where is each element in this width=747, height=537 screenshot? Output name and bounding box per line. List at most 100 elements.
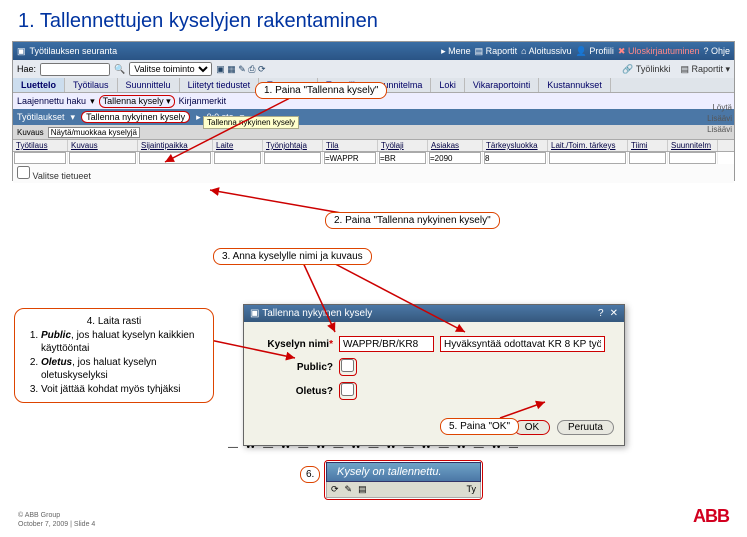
top-link-raportit[interactable]: ▤ Raportit [475,46,518,57]
menu-raportit[interactable]: ▤ Raportit ▾ [680,64,730,75]
app-title: Työtilauksen seuranta [26,46,442,56]
col-laite[interactable]: Laite [213,140,263,151]
f-laite[interactable] [214,152,261,164]
tab-tyotilaus[interactable]: Työtilaus [65,78,118,92]
toast-btn[interactable]: Ty [466,484,476,495]
f-tila[interactable] [324,152,376,164]
dialog-close-icon[interactable]: ✕ [610,308,618,319]
kuvaus-lbl: Kuvaus [17,128,44,137]
footer: © ABB Group October 7, 2009 | Slide 4 [18,512,95,529]
menu-tyolinkki[interactable]: 🔗 Työlinkki [622,64,670,75]
nayta-link[interactable]: Näytä/muokkaa kyselyjä [48,127,140,138]
f-tyotilaus[interactable] [14,152,66,164]
name-label: Kyselyn nimi* [258,339,333,350]
dialog-title: Tallenna nykyinen kysely [262,308,372,319]
valitse-label: Valitse tietueet [33,171,91,181]
f-tyolaji[interactable] [379,152,426,164]
top-link-profiili[interactable]: 👤 Profiili [576,46,614,57]
tab-vika[interactable]: Vikaraportointi [465,78,539,92]
tallenna-kysely-link[interactable]: Tallenna kysely ▾ [99,95,175,108]
footer-l2: October 7, 2009 | Slide 4 [18,521,95,529]
dialog-icon: ▣ [250,308,259,319]
toolbar-row: Työtilaukset ▾ Tallenna nykyinen kysely … [13,109,734,125]
col-sij[interactable]: Sijaintipaikka [138,140,213,151]
top-link-aloitus[interactable]: ⌂ Aloitussivu [521,46,571,57]
arrow-right-icon: ▸ [196,112,201,123]
col-suun[interactable]: Suunnitelm [668,140,718,151]
side-links: Löytä Lisäävi Lisäävi [707,102,732,135]
app-header: ▣ Työtilauksen seuranta ▸ Mene ▤ Raporti… [13,42,734,60]
f-tiimi[interactable] [629,152,666,164]
public-label: Public? [258,362,333,373]
dialog-help-icon[interactable]: ? [598,308,604,319]
toast: Kysely on tallennettu. [326,462,481,482]
c4-l3: Voit jättää kohdat myös tyhjäksi [41,383,203,397]
table-header: Työtilaus Kuvaus Sijaintipaikka Laite Ty… [13,139,734,152]
col-tyotilaus[interactable]: Työtilaus [13,140,68,151]
f-lait[interactable] [549,152,626,164]
top-link-ulos[interactable]: ✖ Uloskirjautuminen [618,46,700,57]
kirjan-link[interactable]: Kirjanmerkit [179,96,227,106]
col-tila[interactable]: Tila [323,140,378,151]
tab-luettelo[interactable]: Luettelo [13,78,65,92]
dialog-header: ▣ Tallenna nykyinen kysely ? ✕ [244,305,624,322]
desc-input[interactable] [440,336,605,352]
c4-l2: Oletus, jos haluat kyselyn oletuskyselyk… [41,356,203,383]
toast-icon3[interactable]: ▤ [358,484,367,495]
side-lisaa2[interactable]: Lisäävi [707,124,732,135]
f-tj[interactable] [264,152,321,164]
f-asiakas[interactable] [429,152,481,164]
ok-button[interactable]: OK [514,420,550,435]
c4-title: 4. Laita rasti [25,315,203,329]
col-tarkeys[interactable]: Tärkeysluokka [483,140,548,151]
f-kuvaus[interactable] [69,152,136,164]
f-sij[interactable] [139,152,211,164]
f-tarkeys[interactable] [484,152,546,164]
toast-icon1[interactable]: ⟳ [331,484,339,495]
tab-loki[interactable]: Loki [431,78,465,92]
top-link-mene[interactable]: ▸ Mene [441,46,471,57]
tab-liitet[interactable]: Liitetyt tiedustet [180,78,260,92]
callout-1: 1. Paina "Tallenna kysely" [255,82,387,99]
callout-3: 3. Anna kyselylle nimi ja kuvaus [213,248,372,265]
hae-input[interactable] [40,63,110,76]
slide-title: 1. Tallennettujen kyselyjen rakentaminen [0,0,747,41]
action-select[interactable]: Valitse toiminto [129,62,212,76]
col-tj[interactable]: Työnjohtaja [263,140,323,151]
name-input[interactable] [339,336,434,352]
app-icon: ▣ [17,46,26,57]
footer-l1: © ABB Group [18,512,95,520]
filter-row [13,152,734,164]
col-tyolaji[interactable]: Työlaji [378,140,428,151]
hae-label: Hae: [17,64,36,74]
callout-2: 2. Paina "Tallenna nykyinen kysely" [325,212,500,229]
callout-5: 5. Paina "OK" [440,418,519,435]
menu-bar: Hae: 🔍 Valitse toiminto ▣ ▦ ✎ ⎙ ⟳ 🔗 Työl… [13,60,734,78]
col-asiakas[interactable]: Asiakas [428,140,483,151]
c4-l1: Public, jos haluat kyselyn kaikkien käyt… [41,329,203,356]
toast-wrap: Kysely on tallennettu. ⟳ ✎ ▤ Ty [324,460,483,500]
save-query-dialog: ▣ Tallenna nykyinen kysely ? ✕ Kyselyn n… [243,304,625,446]
col-lait[interactable]: Lait./Toim. tärkeys [548,140,628,151]
tab-suunnittelu[interactable]: Suunnittelu [118,78,180,92]
tallenna-nyk-label[interactable]: Tallenna nykyinen kysely [81,111,190,123]
side-loyta[interactable]: Löytä [707,102,732,113]
laaj-link[interactable]: Laajennettu haku [17,96,86,106]
col-kuvaus[interactable]: Kuvaus [68,140,138,151]
public-checkbox[interactable] [341,359,354,372]
toolbar-icons[interactable]: ▣ ▦ ✎ ⎙ ⟳ [216,64,265,75]
callout-6: 6. [300,466,320,483]
oletus-label: Oletus? [258,386,333,397]
search-icon[interactable]: 🔍 [114,64,125,75]
col-tiimi[interactable]: Tiimi [628,140,668,151]
top-link-ohje[interactable]: ? Ohje [703,46,730,57]
query-row: Kuvaus Näytä/muokkaa kyselyjä Tallenna n… [13,125,734,139]
tab-kust[interactable]: Kustannukset [539,78,611,92]
toast-icon2[interactable]: ✎ [345,484,353,495]
f-suun[interactable] [669,152,716,164]
valitse-checkbox[interactable] [17,166,30,179]
oletus-checkbox[interactable] [341,383,354,396]
cancel-button[interactable]: Peruuta [557,420,614,435]
callout-4: 4. Laita rasti Public, jos haluat kysely… [14,308,214,403]
side-lisaa1[interactable]: Lisäävi [707,113,732,124]
